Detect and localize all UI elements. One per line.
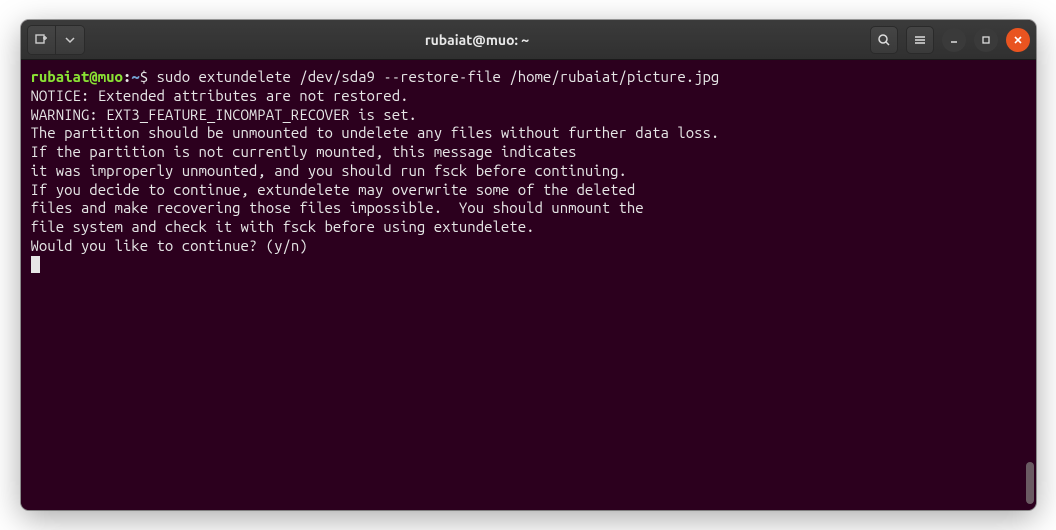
terminal-body[interactable]: rubaiat@muo:~$ sudo extundelete /dev/sda…: [21, 60, 1036, 510]
cursor: [31, 256, 40, 273]
minimize-button[interactable]: [942, 28, 966, 52]
scrollbar-thumb[interactable]: [1026, 462, 1034, 504]
titlebar-right-controls: [870, 26, 1030, 54]
window-title: rubaiat@muo: ~: [91, 32, 864, 48]
output-line: Would you like to continue? (y/n): [31, 237, 1026, 256]
new-tab-group: [27, 25, 85, 55]
hamburger-menu-button[interactable]: [906, 26, 934, 54]
new-tab-dropdown[interactable]: [56, 26, 84, 54]
close-icon: [1013, 35, 1023, 45]
close-button[interactable]: [1006, 28, 1030, 52]
search-button[interactable]: [870, 26, 898, 54]
prompt-dollar: $: [140, 68, 157, 85]
output-line: it was improperly unmounted, and you sho…: [31, 162, 1026, 181]
hamburger-icon: [913, 33, 927, 47]
output-line: If you decide to continue, extundelete m…: [31, 181, 1026, 200]
output-line: If the partition is not currently mounte…: [31, 143, 1026, 162]
new-tab-icon: [34, 33, 48, 47]
titlebar: rubaiat@muo: ~: [21, 20, 1036, 60]
maximize-icon: [981, 35, 991, 45]
prompt-path: ~: [131, 68, 139, 85]
search-icon: [877, 33, 891, 47]
output-line: files and make recovering those files im…: [31, 199, 1026, 218]
minimize-icon: [949, 35, 959, 45]
prompt-user-host: rubaiat@muo: [31, 68, 123, 85]
output-line: WARNING: EXT3_FEATURE_INCOMPAT_RECOVER i…: [31, 106, 1026, 125]
chevron-down-icon: [65, 35, 75, 45]
command-text: sudo extundelete /dev/sda9 --restore-fil…: [157, 68, 720, 85]
prompt-line: rubaiat@muo:~$ sudo extundelete /dev/sda…: [31, 68, 1026, 87]
cursor-line: [31, 256, 1026, 275]
new-tab-button[interactable]: [28, 26, 56, 54]
maximize-button[interactable]: [974, 28, 998, 52]
output-line: NOTICE: Extended attributes are not rest…: [31, 87, 1026, 106]
output-line: file system and check it with fsck befor…: [31, 218, 1026, 237]
terminal-window: rubaiat@muo: ~: [21, 20, 1036, 510]
output-line: The partition should be unmounted to und…: [31, 124, 1026, 143]
titlebar-left-controls: [27, 25, 85, 55]
